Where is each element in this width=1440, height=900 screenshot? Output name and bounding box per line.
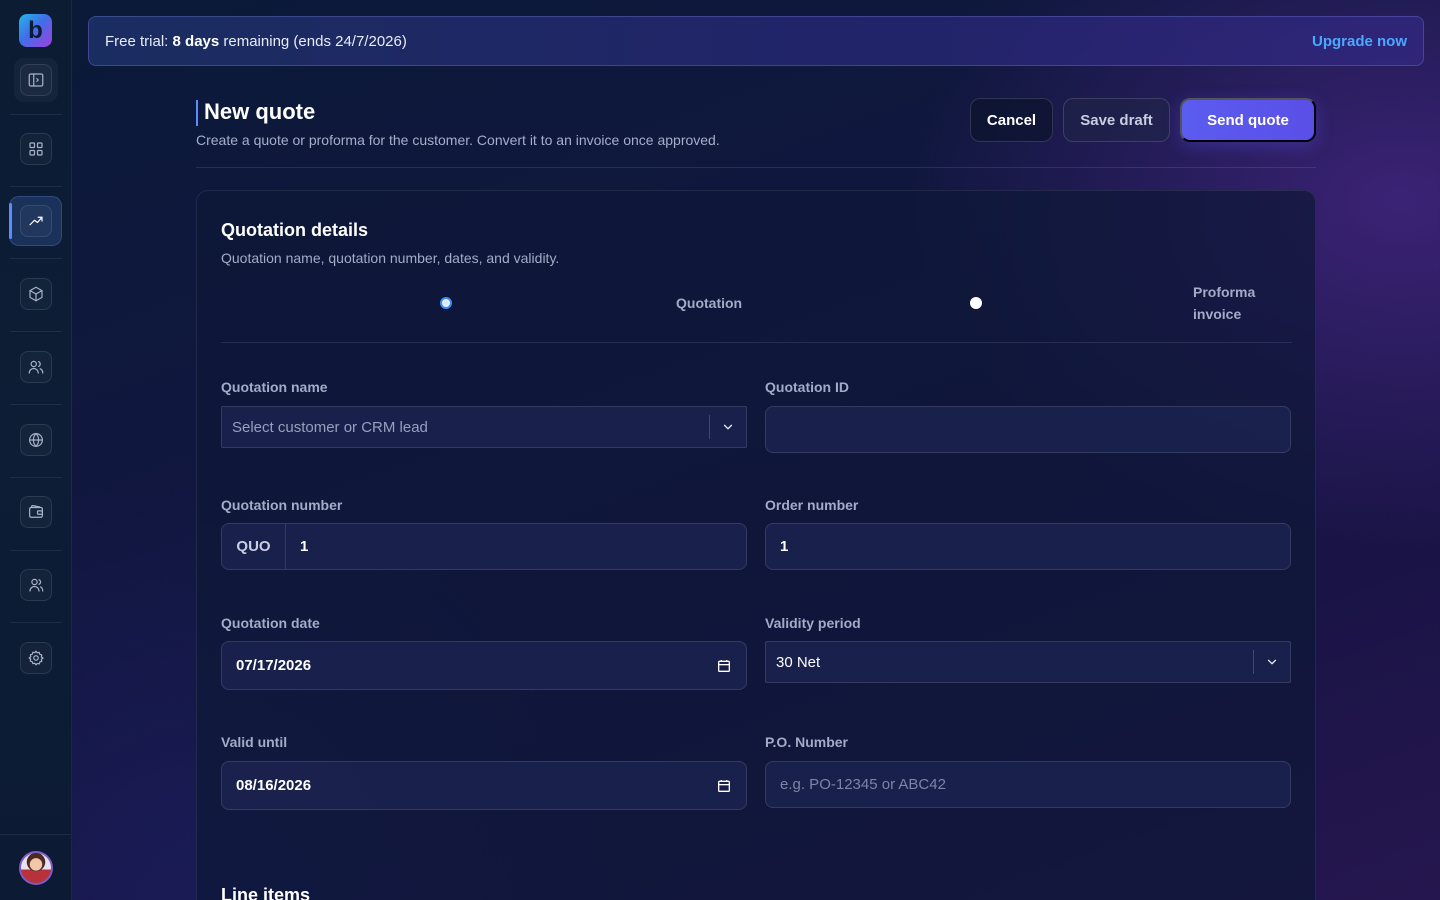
logo-letter: b [28,16,43,44]
quotation-number-value: 1 [300,538,309,555]
quotation-id-field[interactable] [765,406,1291,453]
radio-label-proforma-invoice[interactable]: Proforma invoice [1193,281,1273,325]
sidebar-divider [10,477,62,478]
grid-icon [29,142,43,156]
sidebar-item-dashboard[interactable] [20,133,52,165]
send-quote-button[interactable]: Send quote [1180,98,1316,142]
quotation-name-label: Quotation name [221,379,328,395]
calendar-icon[interactable] [716,778,732,794]
quotation-date-label: Quotation date [221,615,320,631]
globe-icon [29,433,43,447]
valid-until-value: 08/16/2026 [236,777,312,794]
sidebar-item-contacts[interactable] [20,351,52,383]
cancel-button[interactable]: Cancel [970,98,1053,142]
panel-toggle-icon [28,73,44,87]
sidebar-divider [10,186,62,187]
order-number-field[interactable]: 1 [765,523,1291,570]
save-draft-button[interactable]: Save draft [1063,98,1170,142]
sidebar-divider [10,404,62,405]
wallet-icon [29,505,43,518]
sidebar-toggle-button[interactable] [20,64,52,96]
sidebar-item-web[interactable] [20,424,52,456]
trial-suffix: remaining (ends 24/7/2026) [219,32,407,50]
sidebar-divider [10,258,62,259]
app-logo[interactable]: b [19,14,52,47]
trial-prefix: Free trial: [105,32,173,50]
chevron-down-icon[interactable] [710,420,746,434]
trial-days: 8 days [172,32,220,50]
sidebar-divider [10,622,62,623]
upgrade-now-link[interactable]: Upgrade now [1312,33,1407,50]
po-number-placeholder: e.g. PO-12345 or ABC42 [780,776,946,793]
title-accent-bar [196,100,198,126]
trial-banner: Free trial: 8 days remaining (ends 24/7/… [88,16,1424,66]
quotation-date-value: 07/17/2026 [236,657,312,674]
quotation-details-card: Quotation details Quotation name, quotat… [196,190,1316,900]
sidebar-item-sales[interactable] [20,205,52,237]
valid-until-label: Valid until [221,734,288,750]
quotation-number-label: Quotation number [221,497,343,513]
calendar-icon[interactable] [716,658,732,674]
quotation-name-placeholder: Select customer or CRM lead [232,418,428,436]
card-title: Quotation details [221,220,369,240]
users-icon [28,360,44,374]
quotation-name-select[interactable]: Select customer or CRM lead [221,406,747,448]
team-icon [29,578,44,592]
quotation-number-field[interactable]: QUO 1 [221,523,747,570]
quotation-number-prefix: QUO [222,524,286,569]
radio-quotation[interactable] [440,297,452,309]
sidebar-divider [10,331,62,332]
header-divider [196,167,1316,168]
validity-period-select[interactable]: 30 Net [765,641,1291,683]
radio-proforma-invoice[interactable] [970,297,982,309]
trial-banner-text: Free trial: 8 days remaining (ends 24/7/… [105,33,407,50]
sidebar-divider [10,550,62,551]
order-number-label: Order number [765,497,859,513]
page-title: New quote [204,99,316,124]
radio-label-quotation[interactable]: Quotation [676,292,742,314]
line-items-heading: Line items [221,885,311,900]
po-number-label: P.O. Number [765,734,848,750]
sidebar-divider [10,114,62,115]
validity-period-value: 30 Net [776,653,821,671]
cube-icon [29,286,43,302]
order-number-value: 1 [780,538,789,555]
sidebar-item-team[interactable] [20,569,52,601]
sidebar-item-wallet[interactable] [20,496,52,528]
trend-up-icon [29,216,43,226]
user-avatar[interactable] [19,851,53,885]
valid-until-field[interactable]: 08/16/2026 [221,761,747,810]
card-divider [221,342,1292,343]
gear-icon [28,650,44,666]
quotation-date-field[interactable]: 07/17/2026 [221,641,747,690]
sidebar-item-products[interactable] [20,278,52,310]
active-indicator [9,203,12,239]
sidebar-bottom-divider [0,834,71,835]
chevron-down-icon[interactable] [1254,655,1290,669]
sidebar: b [0,0,72,900]
card-subtitle: Quotation name, quotation number, dates,… [221,250,560,266]
po-number-field[interactable]: e.g. PO-12345 or ABC42 [765,761,1291,808]
page-subtitle: Create a quote or proforma for the custo… [196,132,720,148]
validity-period-label: Validity period [765,615,861,631]
sidebar-item-settings[interactable] [20,642,52,674]
quotation-id-label: Quotation ID [765,379,849,395]
